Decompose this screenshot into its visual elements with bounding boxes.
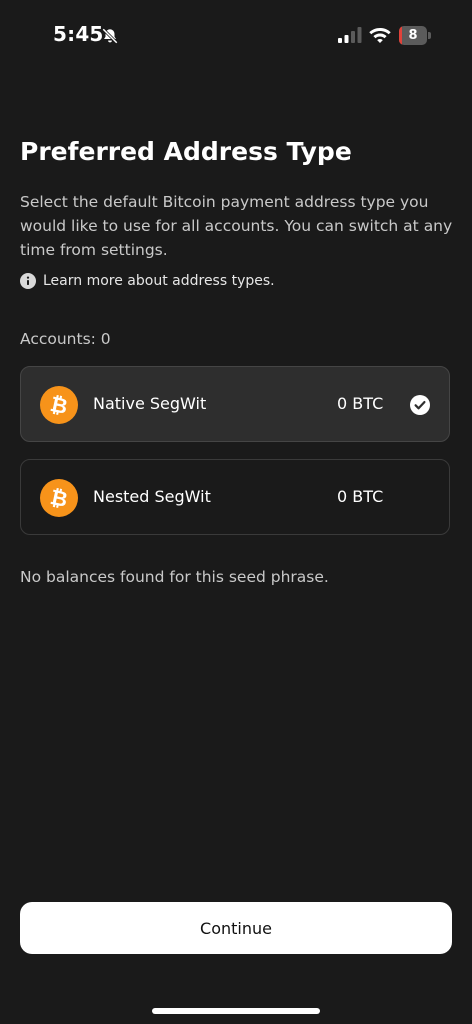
learn-more-link[interactable]: Learn more about address types. xyxy=(20,270,275,292)
bitcoin-icon: ₿ xyxy=(40,479,78,517)
no-balance-message: No balances found for this seed phrase. xyxy=(20,568,329,586)
option-balance: 0 BTC xyxy=(337,487,384,506)
battery-icon: 8 xyxy=(399,26,431,45)
status-bar: 5:45 8 xyxy=(0,0,472,70)
option-name: Nested SegWit xyxy=(93,487,211,506)
option-name: Native SegWit xyxy=(93,394,207,413)
page-title: Preferred Address Type xyxy=(20,137,352,166)
status-time: 5:45 xyxy=(53,22,104,46)
continue-button[interactable]: Continue xyxy=(20,902,452,954)
cellular-signal-icon xyxy=(338,27,362,43)
wifi-icon xyxy=(369,28,391,43)
option-nested-segwit[interactable]: ₿ Nested SegWit 0 BTC xyxy=(20,459,450,535)
home-indicator[interactable] xyxy=(152,1008,320,1014)
option-native-segwit[interactable]: ₿ Native SegWit 0 BTC xyxy=(20,366,450,442)
battery-level: 8 xyxy=(408,28,418,43)
bell-slash-icon xyxy=(102,28,118,44)
bitcoin-icon: ₿ xyxy=(40,386,78,424)
option-balance: 0 BTC xyxy=(337,394,384,413)
info-icon xyxy=(20,273,36,289)
accounts-count: Accounts: 0 xyxy=(20,330,111,348)
page-description: Select the default Bitcoin payment addre… xyxy=(20,193,453,259)
checkmark-icon xyxy=(410,395,430,415)
learn-more-label: Learn more about address types. xyxy=(43,273,275,289)
